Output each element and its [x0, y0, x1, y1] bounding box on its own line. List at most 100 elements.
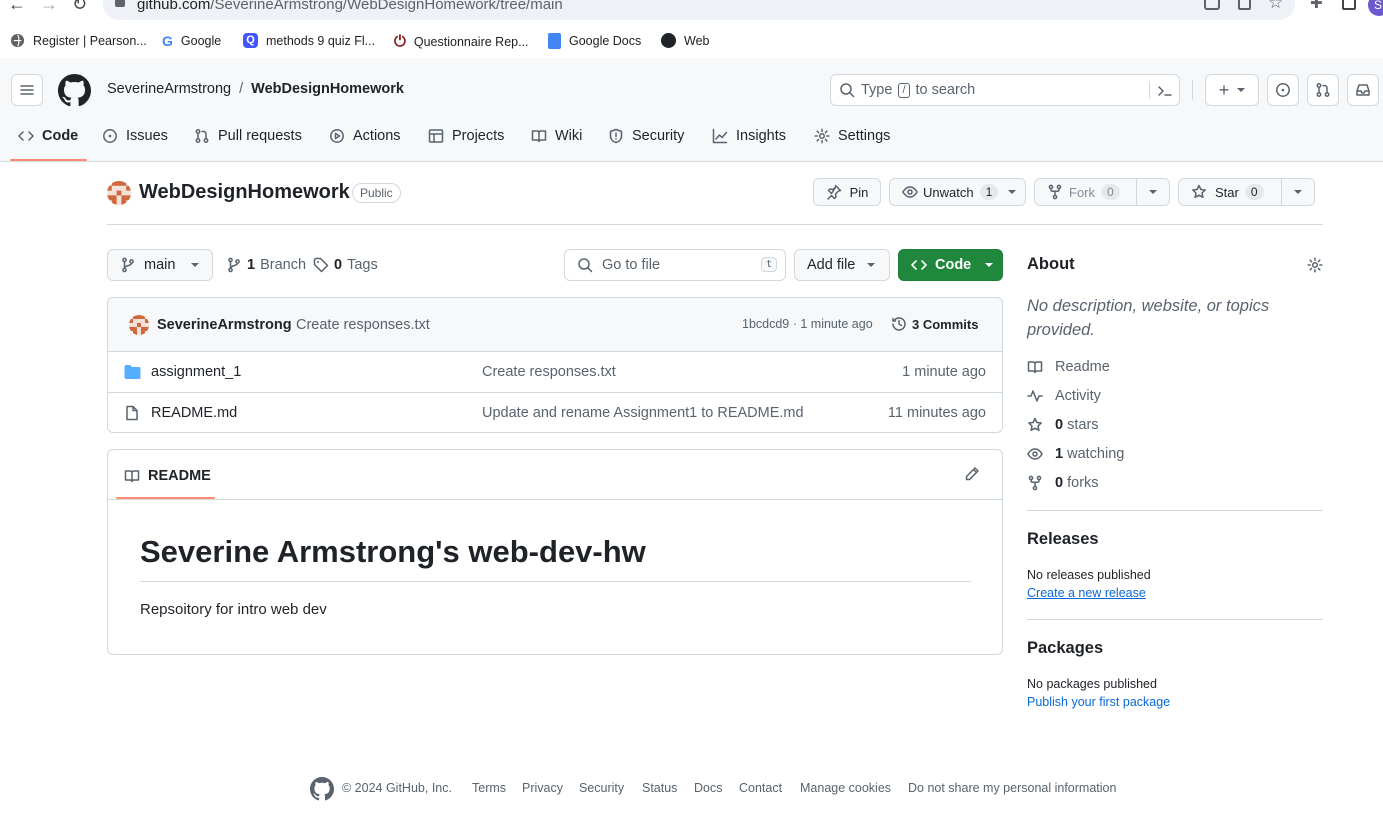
commit-author[interactable]: SeverineArmstrong [157, 317, 292, 333]
bookmark-pearson[interactable]: Register | Pearson... [10, 33, 147, 48]
repo-avatar [107, 181, 131, 205]
file-commit-message[interactable]: Update and rename Assignment1 to README.… [482, 405, 804, 421]
tag-icon [313, 257, 329, 273]
tags-link[interactable]: 0 Tags [313, 257, 378, 273]
about-description: No description, website, or topics provi… [1027, 297, 1270, 339]
packages-title[interactable]: Packages [1027, 639, 1103, 658]
repo-title[interactable]: WebDesignHomework [139, 181, 350, 204]
pin-button[interactable]: Pin [813, 178, 881, 206]
file-commit-message[interactable]: Create responses.txt [482, 364, 616, 380]
shield-icon [609, 128, 623, 144]
activity-link[interactable]: Activity [1027, 388, 1101, 404]
share-icon[interactable] [1238, 0, 1251, 10]
commit-sha-time[interactable]: 1bcdcd9 · 1 minute ago [742, 317, 873, 331]
repo-link[interactable]: WebDesignHomework [251, 81, 404, 97]
footer-link-do-not-share[interactable]: Do not share my personal information [908, 781, 1116, 795]
tab-pull-requests[interactable]: Pull requests [194, 128, 302, 144]
tab-security[interactable]: Security [608, 128, 684, 144]
branches-link[interactable]: 1 Branch [226, 257, 306, 273]
tab-insights[interactable]: Insights [712, 128, 786, 144]
power-icon: ⏻ [394, 33, 406, 50]
footer-link-security[interactable]: Security [579, 781, 624, 795]
gear-icon[interactable] [1307, 257, 1323, 273]
tab-issues[interactable]: Issues [102, 128, 168, 144]
unwatch-button[interactable]: Unwatch 1 [889, 178, 1026, 206]
github-logo[interactable] [58, 74, 91, 107]
readme-link[interactable]: Readme [1027, 359, 1110, 375]
issues-header-button[interactable] [1267, 74, 1299, 106]
eye-icon [902, 186, 918, 198]
create-release-link[interactable]: Create a new release [1027, 586, 1146, 600]
stars-link[interactable]: 0 stars [1027, 417, 1099, 433]
command-palette-icon[interactable] [1157, 83, 1173, 99]
header-divider [1192, 80, 1193, 100]
menu-button[interactable] [11, 74, 43, 106]
graph-icon [712, 128, 728, 144]
table-row[interactable]: README.md Update and rename Assignment1 … [108, 392, 1002, 433]
code-icon [18, 131, 34, 141]
branch-select-button[interactable]: main [107, 249, 213, 281]
back-icon[interactable]: ← [8, 0, 26, 15]
bookmark-web[interactable]: Web [661, 33, 709, 48]
plus-icon: + [1218, 80, 1230, 100]
table-row[interactable]: assignment_1 Create responses.txt 1 minu… [108, 351, 1002, 392]
github-octocat-icon[interactable] [310, 777, 334, 801]
pull-requests-header-button[interactable] [1307, 74, 1339, 106]
create-new-button[interactable]: + [1205, 74, 1259, 106]
readme-tab[interactable]: README [124, 468, 211, 484]
watching-link[interactable]: 1 watching [1027, 446, 1124, 462]
goto-file-input[interactable]: Go to file t [564, 249, 786, 281]
inbox-header-button[interactable] [1347, 74, 1379, 106]
sidepanel-icon[interactable] [1342, 0, 1356, 10]
profile-avatar[interactable]: S [1368, 0, 1383, 16]
book-icon [1027, 361, 1043, 374]
bookmark-google[interactable]: G Google [162, 33, 221, 49]
footer-link-privacy[interactable]: Privacy [522, 781, 563, 795]
sidebar-divider [1027, 510, 1323, 511]
url-text[interactable]: github.com/SeverineArmstrong/WebDesignHo… [137, 0, 563, 13]
commit-author-avatar [129, 315, 149, 335]
owner-link[interactable]: SeverineArmstrong [107, 81, 231, 97]
install-icon[interactable] [1204, 0, 1220, 10]
tab-projects[interactable]: Projects [428, 128, 504, 144]
footer-link-manage-cookies[interactable]: Manage cookies [800, 781, 891, 795]
forks-link[interactable]: 0 forks [1027, 475, 1099, 491]
releases-title[interactable]: Releases [1027, 530, 1099, 549]
publish-package-link[interactable]: Publish your first package [1027, 695, 1170, 709]
bookmark-google-docs[interactable]: Google Docs [548, 33, 641, 49]
gear-icon [814, 128, 830, 144]
search-key-hint: / [898, 82, 910, 98]
star-dropdown-button[interactable] [1281, 178, 1315, 206]
star-button[interactable]: Star 0 [1178, 178, 1282, 206]
tab-settings[interactable]: Settings [814, 128, 890, 144]
add-file-button[interactable]: Add file [794, 249, 890, 281]
commit-message[interactable]: Create responses.txt [296, 317, 430, 333]
tab-code[interactable]: Code [18, 128, 78, 144]
fork-button[interactable]: Fork 0 [1034, 178, 1137, 206]
pulse-icon [1027, 390, 1043, 402]
bookmark-questionnaire[interactable]: ⏻ Questionnaire Rep... [394, 33, 529, 50]
extensions-icon[interactable]: ✚ [1310, 0, 1323, 12]
tab-actions[interactable]: Actions [329, 128, 401, 144]
github-mark-icon [661, 33, 676, 48]
footer-link-terms[interactable]: Terms [472, 781, 506, 795]
commits-link[interactable]: 3 Commits [891, 316, 978, 332]
footer-link-contact[interactable]: Contact [739, 781, 782, 795]
file-name[interactable]: README.md [151, 405, 237, 421]
fork-dropdown-button[interactable] [1136, 178, 1170, 206]
pencil-icon[interactable] [964, 466, 980, 482]
goto-key-hint: t [760, 257, 777, 272]
forward-icon[interactable]: → [40, 0, 58, 15]
search-input[interactable]: Type / to search [830, 74, 1180, 106]
google-g-icon: G [162, 33, 173, 49]
file-name[interactable]: assignment_1 [151, 364, 241, 380]
bookmark-quizlet[interactable]: Q methods 9 quiz Fl... [243, 33, 375, 48]
reload-icon[interactable]: ↻ [72, 0, 87, 15]
git-pull-request-icon [1316, 83, 1330, 97]
star-bookmark-icon[interactable]: ☆ [1268, 0, 1283, 13]
code-dropdown-button[interactable]: Code [898, 249, 1003, 281]
quizlet-icon: Q [243, 33, 258, 48]
tab-wiki[interactable]: Wiki [531, 128, 582, 144]
footer-link-status[interactable]: Status [642, 781, 677, 795]
footer-link-docs[interactable]: Docs [694, 781, 722, 795]
